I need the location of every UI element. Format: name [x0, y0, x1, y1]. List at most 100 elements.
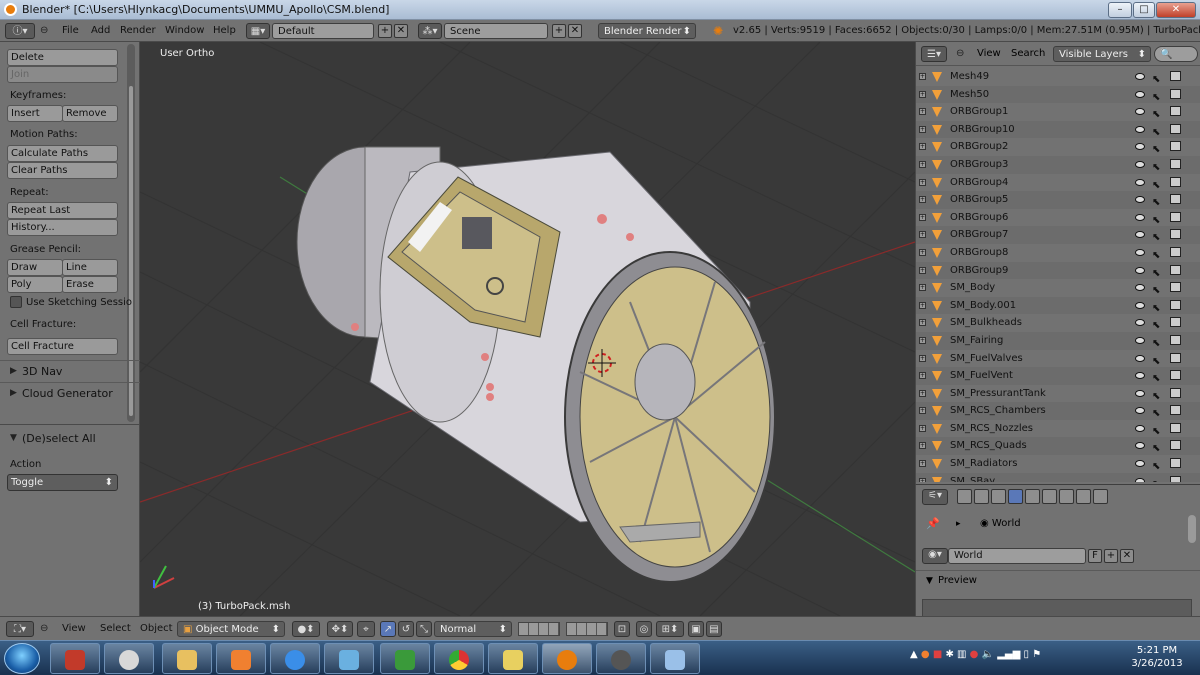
taskbar-app-media[interactable]: [216, 643, 266, 674]
outliner-item[interactable]: + SM_Bulkheads ⬉: [916, 314, 1200, 332]
remove-scene-button[interactable]: ✕: [568, 24, 582, 38]
taskbar-app-blender[interactable]: [542, 643, 592, 674]
visibility-eye-icon[interactable]: [1135, 213, 1145, 221]
outliner-item[interactable]: + Mesh49 ⬉: [916, 68, 1200, 86]
history-button[interactable]: History...: [7, 219, 118, 236]
renderability-camera-icon[interactable]: [1170, 370, 1181, 381]
renderability-camera-icon[interactable]: [1170, 352, 1181, 363]
pin-icon[interactable]: 📌: [926, 517, 940, 530]
tray-bluetooth-icon[interactable]: ✱: [945, 649, 953, 660]
renderability-camera-icon[interactable]: [1170, 158, 1181, 169]
taskbar-app-hp[interactable]: [104, 643, 154, 674]
outliner-item[interactable]: + ORBGroup6 ⬉: [916, 209, 1200, 227]
poly-button[interactable]: Poly: [7, 276, 63, 293]
renderability-camera-icon[interactable]: [1170, 246, 1181, 257]
visibility-eye-icon[interactable]: [1135, 196, 1145, 204]
expand-plus-icon[interactable]: +: [919, 354, 926, 362]
rotate-manipulator-icon[interactable]: ↺: [398, 621, 414, 637]
add-scene-button[interactable]: +: [552, 24, 566, 38]
render-still-icon[interactable]: ▣: [688, 621, 704, 637]
constraints-tab-icon[interactable]: [1042, 489, 1057, 504]
expand-plus-icon[interactable]: +: [919, 213, 926, 221]
taskbar-app-steam[interactable]: [596, 643, 646, 674]
selectability-cursor-icon[interactable]: ⬉: [1152, 476, 1160, 482]
visibility-eye-icon[interactable]: [1135, 424, 1145, 432]
renderability-camera-icon[interactable]: [1170, 106, 1181, 117]
collapse-icon[interactable]: ⊖: [40, 23, 48, 39]
world-context-breadcrumb[interactable]: ◉ World: [980, 518, 1021, 529]
menu-help[interactable]: Help: [213, 23, 236, 39]
outliner-editor-icon[interactable]: ☰▾: [921, 46, 947, 62]
expand-plus-icon[interactable]: +: [919, 160, 926, 168]
visibility-eye-icon[interactable]: [1135, 336, 1145, 344]
outliner-item[interactable]: + ORBGroup1 ⬉: [916, 103, 1200, 121]
taskbar-app-paint[interactable]: [650, 643, 700, 674]
renderability-camera-icon[interactable]: [1170, 176, 1181, 187]
insert-keyframe-button[interactable]: Insert: [7, 105, 63, 122]
renderability-camera-icon[interactable]: [1170, 458, 1181, 469]
renderability-camera-icon[interactable]: [1170, 88, 1181, 99]
expand-plus-icon[interactable]: +: [919, 196, 926, 204]
outliner-item[interactable]: + SM_Radiators ⬉: [916, 455, 1200, 473]
outliner-item[interactable]: + SM_Fairing ⬉: [916, 331, 1200, 350]
display-mode-dropdown[interactable]: Visible Layers ⬍: [1053, 46, 1151, 62]
expand-plus-icon[interactable]: +: [919, 442, 926, 450]
windows-start-button[interactable]: [4, 643, 40, 674]
add-layout-button[interactable]: +: [378, 24, 392, 38]
collapse-triangle-icon[interactable]: ▼: [10, 433, 17, 443]
outliner-item[interactable]: + SM_PressurantTank ⬉: [916, 385, 1200, 403]
outliner-item[interactable]: + SM_SBay ⬉: [916, 472, 1200, 482]
outliner-item[interactable]: + SM_RCS_Chambers ⬉: [916, 402, 1200, 420]
tray-signal-icon[interactable]: ▂▄▆: [997, 649, 1020, 660]
visibility-eye-icon[interactable]: [1135, 284, 1145, 292]
outliner-item[interactable]: + Mesh50 ⬉: [916, 85, 1200, 104]
visibility-eye-icon[interactable]: [1135, 442, 1145, 450]
remove-layout-button[interactable]: ✕: [394, 24, 408, 38]
3d-viewport[interactable]: User Ortho (3) TurboPack.msh: [140, 42, 915, 616]
tray-network-icon[interactable]: ▥: [957, 649, 966, 660]
tray-expand-icon[interactable]: ▲: [910, 649, 918, 660]
taskbar-app-terminal[interactable]: [380, 643, 430, 674]
outliner-item[interactable]: + SM_FuelVent ⬉: [916, 367, 1200, 385]
renderability-camera-icon[interactable]: [1170, 229, 1181, 240]
physics-tab-icon[interactable]: [1093, 489, 1108, 504]
scene-icon[interactable]: ⁂▾: [418, 23, 442, 39]
visibility-eye-icon[interactable]: [1135, 248, 1145, 256]
tool-shelf-scroll-thumb[interactable]: [129, 86, 133, 416]
editor-type-info-icon[interactable]: ⓘ▾: [5, 23, 35, 39]
expand-plus-icon[interactable]: +: [919, 372, 926, 380]
cell-fracture-button[interactable]: Cell Fracture: [7, 338, 118, 355]
outliner-item[interactable]: + ORBGroup9 ⬉: [916, 261, 1200, 280]
expand-plus-icon[interactable]: +: [919, 407, 926, 415]
expand-triangle-icon[interactable]: ▶: [10, 366, 17, 376]
translate-manipulator-icon[interactable]: ↗: [380, 621, 396, 637]
outliner-menu-search[interactable]: Search: [1011, 46, 1045, 62]
mode-dropdown[interactable]: ▣ Object Mode ⬍: [177, 621, 285, 637]
outliner-item[interactable]: + ORBGroup3 ⬉: [916, 155, 1200, 174]
expand-plus-icon[interactable]: +: [919, 178, 926, 186]
erase-button[interactable]: Erase: [62, 276, 118, 293]
calculate-paths-button[interactable]: Calculate Paths: [7, 145, 118, 162]
expand-plus-icon[interactable]: +: [919, 90, 926, 98]
collapse-triangle-icon[interactable]: ▼: [926, 576, 933, 586]
expand-plus-icon[interactable]: +: [919, 108, 926, 116]
outliner-item[interactable]: + ORBGroup8 ⬉: [916, 244, 1200, 262]
visibility-eye-icon[interactable]: [1135, 108, 1145, 116]
expand-plus-icon[interactable]: +: [919, 231, 926, 239]
renderability-camera-icon[interactable]: [1170, 475, 1181, 482]
layer-lock-icon[interactable]: ⊡: [614, 621, 630, 637]
visibility-eye-icon[interactable]: [1135, 301, 1145, 309]
viewport-shading-icon[interactable]: ●⬍: [292, 621, 320, 637]
world-name-field[interactable]: World: [948, 548, 1086, 564]
renderability-camera-icon[interactable]: [1170, 123, 1181, 134]
expand-plus-icon[interactable]: +: [919, 143, 926, 151]
menu-render[interactable]: Render: [120, 23, 156, 39]
visibility-eye-icon[interactable]: [1135, 160, 1145, 168]
modifiers-tab-icon[interactable]: [1059, 489, 1074, 504]
transform-orientation-dropdown[interactable]: Normal ⬍: [434, 621, 512, 637]
renderability-camera-icon[interactable]: [1170, 405, 1181, 416]
join-button[interactable]: Join: [7, 66, 118, 83]
tray-beats-icon[interactable]: ●: [970, 649, 979, 660]
menu-file[interactable]: File: [62, 23, 79, 39]
render-tab-icon[interactable]: [957, 489, 972, 504]
